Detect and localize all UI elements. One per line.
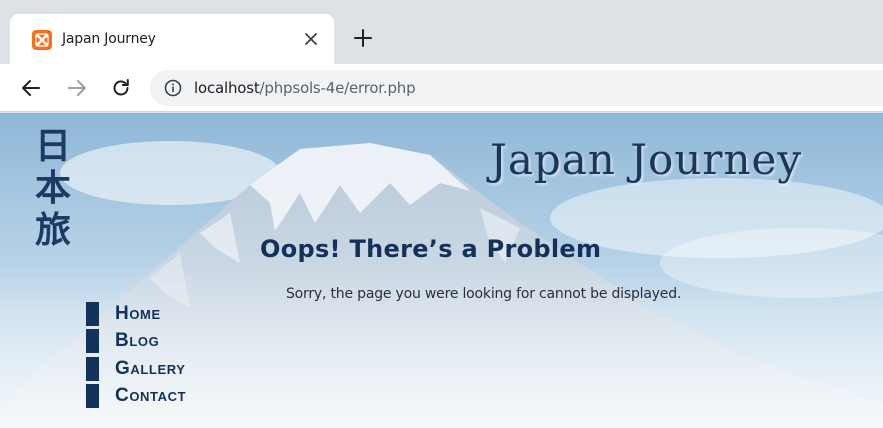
arrow-left-icon[interactable] [20, 77, 42, 99]
logo-char: 日 [34, 125, 71, 167]
browser-tab[interactable]: Japan Journey [10, 14, 334, 66]
error-message: Sorry, the page you were looking for can… [286, 286, 682, 302]
browser-toolbar: localhost/phpsols-4e/error.php [0, 64, 883, 112]
nav-marker [86, 384, 99, 409]
nav-item-home[interactable]: Home [86, 300, 186, 328]
nav-item-contact[interactable]: Contact [86, 383, 186, 411]
close-icon[interactable] [300, 28, 322, 50]
page-viewport: 日 本 旅 Japan Journey Oops! There’s a Prob… [0, 113, 883, 428]
nav-label[interactable]: Blog [115, 330, 159, 352]
nav-label[interactable]: Gallery [115, 358, 186, 380]
tab-title: Japan Journey [62, 31, 156, 47]
nav-item-gallery[interactable]: Gallery [86, 355, 186, 383]
url-host: localhost [194, 79, 260, 97]
main-nav: Home Blog Gallery Contact [86, 300, 186, 410]
nav-marker [86, 356, 99, 381]
info-icon[interactable] [164, 79, 182, 97]
nav-label[interactable]: Home [115, 303, 161, 325]
site-title: Japan Journey [490, 135, 803, 184]
nav-marker [86, 301, 99, 326]
page-heading: Oops! There’s a Problem [260, 235, 602, 263]
url-path: /phpsols-4e/error.php [259, 79, 416, 97]
site-logo[interactable]: 日 本 旅 [28, 125, 78, 251]
logo-char: 本 [34, 167, 71, 209]
nav-label[interactable]: Contact [115, 385, 186, 407]
logo-char: 旅 [34, 209, 71, 251]
plus-icon[interactable] [352, 27, 374, 49]
xampp-favicon-icon [32, 30, 52, 50]
address-bar[interactable]: localhost/phpsols-4e/error.php [150, 70, 883, 106]
nav-item-blog[interactable]: Blog [86, 328, 186, 356]
reload-icon[interactable] [110, 77, 132, 99]
tab-strip: Japan Journey [0, 0, 883, 66]
arrow-right-icon[interactable] [66, 77, 88, 99]
url-text: localhost/phpsols-4e/error.php [194, 79, 416, 97]
nav-marker [86, 329, 99, 354]
